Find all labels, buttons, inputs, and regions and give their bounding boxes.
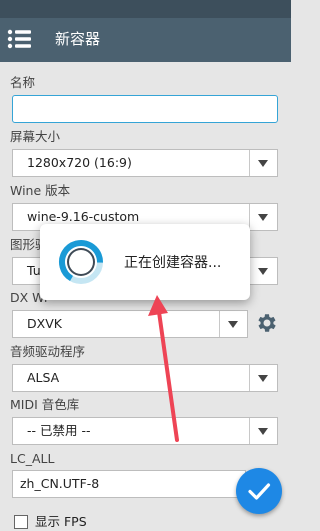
name-label: 名称 [10, 75, 36, 90]
confirm-button[interactable] [236, 468, 282, 514]
loading-spinner-icon [59, 240, 103, 284]
check-icon [248, 483, 271, 500]
dialog-message: 正在创建容器... [124, 255, 222, 271]
graphics-driver-value: Tu [27, 263, 41, 278]
audio-driver-select[interactable]: ALSA [12, 364, 278, 392]
dx-wrapper-value: DXVK [27, 316, 62, 331]
wine-version-value: wine-9.16-custom [27, 209, 140, 224]
screen-size-value: 1280x720 (16:9) [27, 155, 132, 170]
show-fps-checkbox[interactable] [14, 515, 28, 529]
progress-dialog: 正在创建容器... [40, 224, 250, 300]
dropdown-arrow-icon [249, 418, 277, 444]
gear-icon[interactable] [255, 311, 279, 335]
midi-value: -- 已禁用 -- [27, 423, 91, 438]
dropdown-arrow-icon [249, 258, 277, 284]
dropdown-arrow-icon [249, 204, 277, 230]
midi-label: MIDI 音色库 [10, 397, 80, 412]
dropdown-arrow-icon [219, 311, 247, 337]
wine-version-label: Wine 版本 [10, 183, 71, 198]
dx-wrapper-select[interactable]: DXVK [12, 310, 248, 338]
menu-icon[interactable] [7, 28, 31, 50]
show-fps-label: 显示 FPS [35, 514, 87, 529]
lc-all-value: zh_CN.UTF-8 [20, 476, 100, 491]
audio-driver-label: 音频驱动程序 [10, 344, 86, 359]
audio-driver-value: ALSA [27, 370, 60, 385]
dropdown-arrow-icon [249, 150, 277, 176]
page-title: 新容器 [55, 30, 101, 48]
midi-select[interactable]: -- 已禁用 -- [12, 417, 278, 445]
app-bar: 新容器 [0, 18, 291, 62]
name-input[interactable] [12, 95, 278, 123]
screen-size-select[interactable]: 1280x720 (16:9) [12, 149, 278, 177]
status-bar [0, 0, 291, 18]
screen-size-label: 屏幕大小 [10, 129, 61, 144]
dropdown-arrow-icon [249, 365, 277, 391]
lc-all-input[interactable]: zh_CN.UTF-8 [12, 470, 246, 498]
lc-all-label: LC_ALL [10, 451, 55, 466]
